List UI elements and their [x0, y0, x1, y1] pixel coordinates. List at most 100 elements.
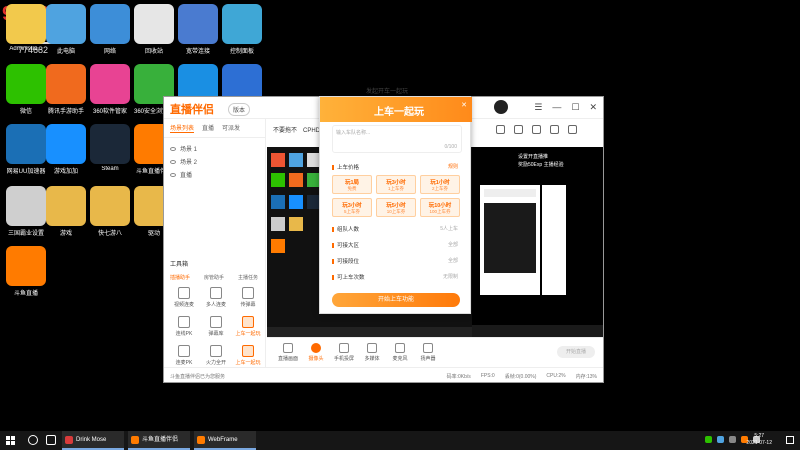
- tool-item[interactable]: 连麦PK: [168, 345, 200, 366]
- scene-item[interactable]: 场景 1: [170, 142, 259, 155]
- tool-item[interactable]: 火力全开: [200, 345, 232, 366]
- eye-icon[interactable]: [170, 146, 176, 151]
- tool-icon: [242, 287, 254, 299]
- source-icon: [423, 343, 433, 353]
- tool-grid: 视频连麦 多人连麦 传弹幕 连线PK 弹幕库 上车一起玩 连麦PK 火力全开 上车一起玩: [168, 287, 264, 366]
- scene-item[interactable]: 场景 2: [170, 155, 259, 168]
- notice-text: 不要拖不: [273, 128, 298, 134]
- rank-select[interactable]: 全部: [448, 257, 458, 264]
- start-live-button[interactable]: 开始直播: [557, 346, 595, 358]
- tool-icon: [210, 287, 222, 299]
- close-icon[interactable]: ✕: [461, 101, 467, 109]
- price-option[interactable]: 玩3小时 1上车券: [376, 175, 416, 194]
- live-preview-panel: 设置开直播推 奖励50Exp 主播经验: [472, 119, 603, 337]
- desktop-icon[interactable]: 控制面板: [216, 4, 268, 55]
- cpu-value: CPU:2%: [546, 373, 566, 379]
- team-size-select[interactable]: 5人上车: [440, 225, 458, 232]
- network-tray-icon[interactable]: [717, 436, 724, 443]
- ride-count-select[interactable]: 无限制: [443, 273, 458, 280]
- clock-date: 2021-07-12: [746, 440, 772, 446]
- volume-tray-icon[interactable]: [729, 436, 736, 443]
- source-button[interactable]: 摄像头: [301, 343, 331, 362]
- status-message: 斗鱼直播伴侣已为您服务: [170, 374, 226, 380]
- minimize-icon[interactable]: —: [552, 102, 561, 113]
- fullscreen-icon[interactable]: [550, 125, 559, 134]
- tool-item[interactable]: 多人连麦: [200, 287, 232, 308]
- live-preview[interactable]: 设置开直播推 奖励50Exp 主播经验: [472, 147, 603, 337]
- version-badge[interactable]: 版本: [228, 103, 251, 116]
- windows-start-icon[interactable]: [6, 436, 15, 445]
- search-icon[interactable]: [28, 435, 38, 445]
- taskbar-task[interactable]: 斗鱼直播伴侣: [128, 431, 190, 450]
- lock-icon[interactable]: [514, 125, 523, 134]
- task-view-icon[interactable]: [46, 435, 56, 445]
- source-button[interactable]: 直播画面: [273, 343, 303, 362]
- dialog-header: 上车一起玩 ✕: [320, 97, 472, 122]
- tab-live[interactable]: 直播: [202, 123, 214, 133]
- clock[interactable]: 5:27 2021-07-12: [746, 433, 772, 447]
- task-app-icon: [65, 436, 73, 444]
- toolbox-header: 工具箱: [170, 262, 189, 268]
- tab-room-admin[interactable]: 房管助手: [204, 274, 224, 281]
- taskbar-task[interactable]: Drink Mose (Orig...: [62, 431, 124, 450]
- source-button[interactable]: 扬声器: [413, 343, 443, 362]
- price-options: 玩1局 免费 玩3小时 1上车券 玩1小时 2上车券玩3小时 5上车券 玩5小时 10上车券 玩1…: [332, 175, 464, 217]
- source-button[interactable]: 多媒体: [357, 343, 387, 362]
- tool-icon: [242, 345, 254, 357]
- avatar[interactable]: [494, 100, 508, 114]
- screenshot-icon[interactable]: [496, 125, 505, 134]
- source-label: 麦克风: [392, 356, 408, 362]
- tool-item[interactable]: 上车一起玩: [232, 345, 264, 366]
- tool-icon: [242, 316, 254, 328]
- rank-label: 可接段位: [332, 257, 359, 265]
- share-icon[interactable]: [568, 125, 577, 134]
- start-ride-button[interactable]: 开始上车功能: [332, 293, 460, 307]
- tool-item[interactable]: 视频连麦: [168, 287, 200, 308]
- region-select[interactable]: 全部: [448, 241, 458, 248]
- app-icon: [90, 64, 130, 104]
- source-label: 直播画面: [277, 356, 298, 362]
- desktop-icon[interactable]: 斗鱼直播: [0, 246, 52, 297]
- window-controls: ☰ — ☐ ✕: [534, 102, 597, 113]
- dialog-title: 上车一起玩: [374, 107, 424, 118]
- close-icon[interactable]: ✕: [589, 102, 597, 113]
- eye-icon[interactable]: [170, 159, 176, 164]
- nested-preview-thumbnail: [472, 185, 603, 337]
- tool-item[interactable]: 弹幕库: [200, 316, 232, 337]
- source-label: 多媒体: [364, 356, 380, 362]
- price-option[interactable]: 玩1局 免费: [332, 175, 372, 194]
- eye-icon[interactable]: [170, 172, 176, 177]
- tool-item[interactable]: 传弹幕: [232, 287, 264, 308]
- app-icon: [46, 186, 86, 226]
- team-name-input[interactable]: 输入车队名称... 0/100: [332, 125, 462, 153]
- notification-icon[interactable]: [786, 436, 794, 444]
- price-option[interactable]: 玩1小时 2上车券: [420, 175, 460, 194]
- tool-label: 上车一起玩: [235, 331, 261, 337]
- source-button[interactable]: 手机投屏: [329, 343, 359, 362]
- tab-host-tasks[interactable]: 主播任务: [238, 274, 258, 281]
- scene-item[interactable]: 直播: [170, 168, 259, 181]
- app-icon: [134, 4, 174, 44]
- taskbar-task[interactable]: WebFrame: [194, 431, 256, 450]
- tool-item[interactable]: 上车一起玩: [232, 316, 264, 337]
- tab-insert-helper[interactable]: 插播助手: [170, 274, 190, 281]
- app-icon: [90, 4, 130, 44]
- source-button[interactable]: 麦克风: [385, 343, 415, 362]
- tab-scenes[interactable]: 场景列表: [170, 123, 195, 133]
- maximize-icon[interactable]: ☐: [571, 102, 579, 113]
- price-option[interactable]: 玩5小时 10上车券: [376, 198, 416, 217]
- char-count: 0/100: [444, 144, 457, 150]
- memory-value: 内存:13%: [575, 374, 597, 380]
- app-icon: [46, 4, 86, 44]
- source-icon: [311, 343, 321, 353]
- wechat-tray-icon[interactable]: [705, 436, 712, 443]
- price-rules-link[interactable]: 规则: [448, 163, 458, 170]
- menu-icon[interactable]: ☰: [534, 102, 542, 113]
- price-option[interactable]: 玩3小时 5上车券: [332, 198, 372, 217]
- record-icon[interactable]: [532, 125, 541, 134]
- clock-time: 5:27: [754, 433, 765, 439]
- tab-dispatch[interactable]: 可派发: [222, 123, 240, 133]
- tool-item[interactable]: 连线PK: [168, 316, 200, 337]
- taskbar: Drink Mose (Orig... 斗鱼直播伴侣 WebFrame 5:27 2…: [0, 431, 800, 450]
- price-option[interactable]: 玩10小时 100上车券: [420, 198, 460, 217]
